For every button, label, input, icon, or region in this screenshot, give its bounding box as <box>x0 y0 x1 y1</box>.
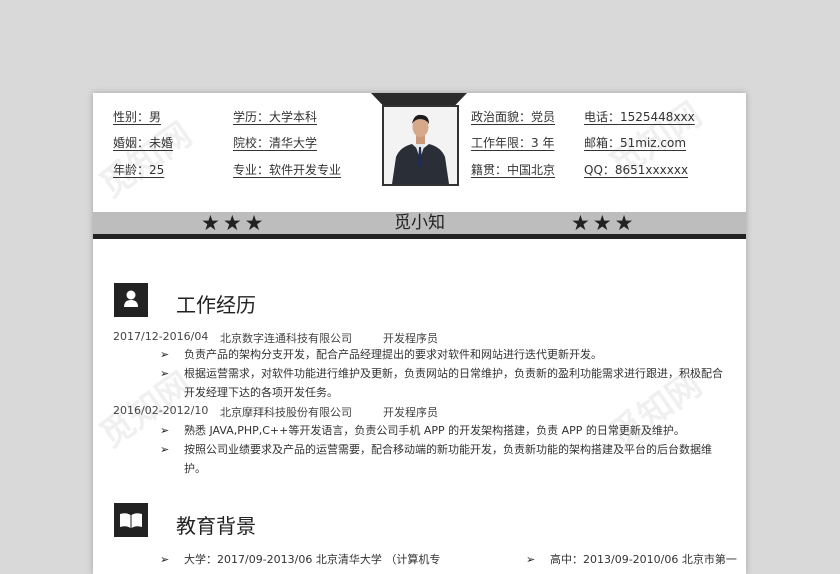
age-field: 年龄：25 <box>113 163 165 177</box>
work-section-title: 工作经历 <box>176 293 256 317</box>
resume-page: 觅知网 觅知网 觅知网 觅知网 性别：男 婚姻：未婚 年龄：25 学历：大学本科… <box>93 93 746 574</box>
job-duty-text: 根据运营需求，对软件功能进行维护及更新，负责网站的日常维护，负责新的盈利功能需求… <box>184 367 723 399</box>
job-duty: 按照公司业绩要求及产品的运营需要，配合移动端的新功能开发，负责新功能的架构搭建及… <box>184 443 712 475</box>
education-section-title: 教育背景 <box>176 514 256 538</box>
book-icon <box>114 503 148 537</box>
person-icon <box>114 283 148 317</box>
person-silhouette-icon <box>384 107 457 184</box>
photo-tab-decoration <box>371 93 467 105</box>
arrow-bullet-icon: ➢ <box>160 367 170 380</box>
hometown-field: 籍贯：中国北京 <box>471 163 556 177</box>
political-field: 政治面貌：党员 <box>471 110 556 124</box>
education-item: 高中：2013/09-2010/06 北京市第一 <box>550 553 737 566</box>
job-date: 2016/02-2012/10 <box>113 404 209 417</box>
work-years-field: 工作年限：3 年 <box>471 136 555 150</box>
qq-field: QQ：8651xxxxxx <box>584 163 689 177</box>
job-role: 开发程序员 <box>383 332 438 345</box>
arrow-bullet-icon: ➢ <box>526 553 536 566</box>
major-field: 专业：软件开发专业 <box>233 163 342 177</box>
job-role: 开发程序员 <box>383 406 438 419</box>
email-field: 邮箱：51miz.com <box>584 136 687 150</box>
arrow-bullet-icon: ➢ <box>160 348 170 361</box>
education-item: 大学：2017/09-2013/06 北京清华大学 （计算机专 <box>184 553 441 566</box>
job-duty: 熟悉 JAVA,PHP,C++等开发语言，负责公司手机 APP 的开发架构搭建，… <box>184 424 685 437</box>
arrow-bullet-icon: ➢ <box>160 553 170 566</box>
job-company: 北京摩拜科技股份有限公司 <box>220 406 352 419</box>
name-bar: ★★★ 觅小知 ★★★ <box>93 212 746 239</box>
candidate-name: 觅小知 <box>394 213 445 233</box>
arrow-bullet-icon: ➢ <box>160 443 170 456</box>
job-date: 2017/12-2016/04 <box>113 330 209 343</box>
job-duty: 负责产品的架构分支开发，配合产品经理提出的要求对软件和网站进行迭代更新开发。 <box>184 348 602 361</box>
school-field: 院校：清华大学 <box>233 136 318 150</box>
job-company: 北京数字连通科技有限公司 <box>220 332 352 345</box>
marital-field: 婚姻：未婚 <box>113 136 174 150</box>
gender-field: 性别：男 <box>113 110 162 124</box>
arrow-bullet-icon: ➢ <box>160 424 170 437</box>
job-duty: 根据运营需求，对软件功能进行维护及更新，负责网站的日常维护，负责新的盈利功能需求… <box>184 364 729 402</box>
education-level-field: 学历：大学本科 <box>233 110 318 124</box>
phone-field: 电话：1525448xxx <box>584 110 695 124</box>
profile-photo <box>382 105 459 186</box>
star-icon: ★★★ <box>571 211 637 235</box>
